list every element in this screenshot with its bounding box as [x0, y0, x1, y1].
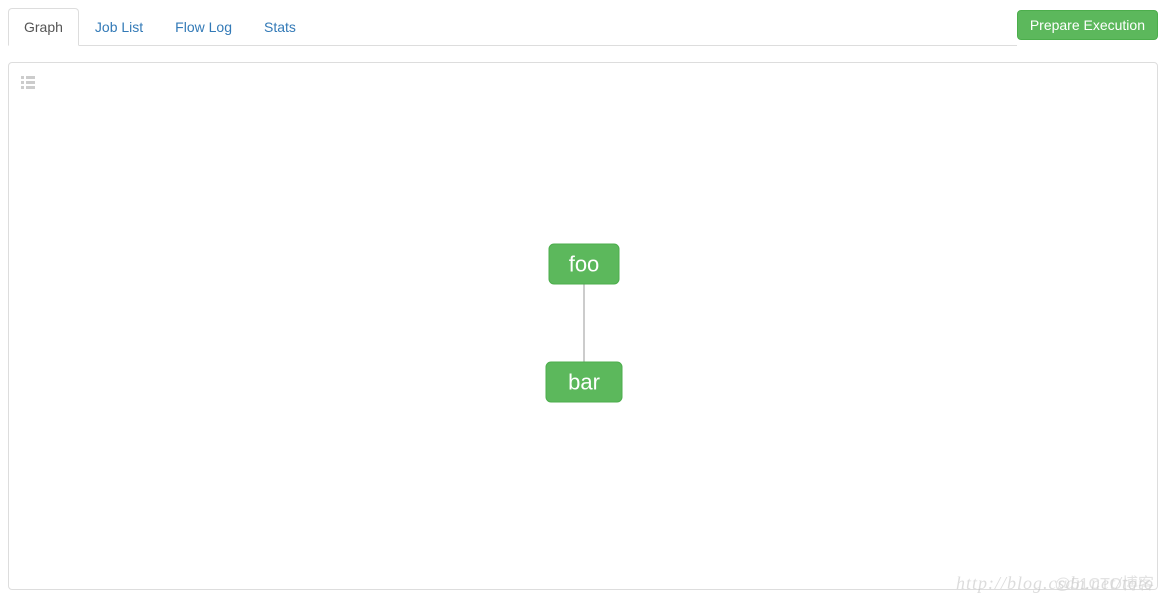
tab-flow-log[interactable]: Flow Log [159, 8, 248, 46]
tab-job-list[interactable]: Job List [79, 8, 159, 46]
tab-stats[interactable]: Stats [248, 8, 312, 46]
tab-graph-link[interactable]: Graph [8, 8, 79, 46]
graph-node-bar[interactable]: bar [546, 362, 622, 402]
graph-node-foo[interactable]: foo [549, 244, 619, 284]
tab-flow-log-link[interactable]: Flow Log [159, 8, 248, 46]
tab-job-list-link[interactable]: Job List [79, 8, 159, 46]
graph-node-label: foo [569, 252, 600, 277]
graph-panel: foo bar [8, 62, 1158, 590]
graph-node-label: bar [568, 370, 600, 395]
tab-stats-link[interactable]: Stats [248, 8, 312, 46]
tab-graph[interactable]: Graph [8, 8, 79, 46]
graph-canvas[interactable]: foo bar [9, 63, 1157, 589]
prepare-execution-button[interactable]: Prepare Execution [1017, 10, 1158, 40]
nav-tabs: Graph Job List Flow Log Stats [8, 8, 1017, 46]
